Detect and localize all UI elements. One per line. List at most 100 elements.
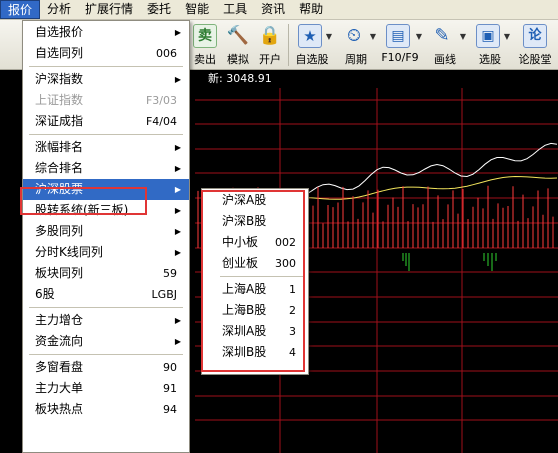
- star-icon: ★: [298, 24, 322, 48]
- menu-item-label: 板块热点: [35, 402, 84, 416]
- menu-item-label: 自选同列: [35, 46, 84, 60]
- menu-item[interactable]: 自选报价 ▶: [23, 22, 189, 43]
- app-window: 新: 3048.91 卖 卖出 🔨 模拟 🔒 开户 ★ ▼ 自选股 ⏲ ▼ 周期…: [0, 0, 558, 453]
- forum-button[interactable]: 论 论股堂: [514, 22, 556, 68]
- menu-separator: [29, 354, 183, 355]
- draw-line-label: 画线: [434, 53, 456, 66]
- screen-icon: ▣: [476, 24, 500, 48]
- sell-icon: 卖: [193, 24, 217, 48]
- menu-item-shortcut: 91: [163, 382, 177, 395]
- menu-item[interactable]: 多股同列 ▶: [23, 221, 189, 242]
- menu-help[interactable]: 帮助: [292, 0, 330, 19]
- menu-extended-market[interactable]: 扩展行情: [78, 0, 140, 19]
- submenu-arrow-icon: ▶: [174, 143, 181, 152]
- submenu-arrow-icon: ▶: [174, 164, 181, 173]
- menu-item-label: 涨幅排名: [35, 140, 84, 154]
- menu-bar: 报价 分析 扩展行情 委托 智能 工具 资讯 帮助: [0, 0, 558, 20]
- period-button[interactable]: ⏲ ▼ 周期: [336, 22, 376, 68]
- menu-item-label: 6股: [35, 287, 55, 301]
- submenu-arrow-icon: ▶: [174, 75, 181, 84]
- menu-item[interactable]: 深证成指 F4/04: [23, 111, 189, 132]
- forum-label: 论股堂: [518, 53, 552, 66]
- menu-item[interactable]: 资金流向 ▶: [23, 331, 189, 352]
- sell-label: 卖出: [194, 53, 216, 66]
- menu-item[interactable]: 分时K线同列 ▶: [23, 242, 189, 263]
- open-account-button[interactable]: 🔒 开户: [255, 22, 285, 68]
- period-label: 周期: [345, 53, 367, 66]
- menu-item-shortcut: 59: [163, 267, 177, 280]
- menu-item[interactable]: 自选同列 006: [23, 43, 189, 64]
- menu-trade[interactable]: 委托: [140, 0, 178, 19]
- stock-screener-label: 选股: [479, 53, 501, 66]
- chevron-down-icon[interactable]: ▼: [326, 32, 332, 41]
- menu-item-label: 资金流向: [35, 334, 84, 348]
- watchlist-label: 自选股: [295, 53, 329, 66]
- menu-item[interactable]: 沪深指数 ▶: [23, 69, 189, 90]
- submenu-arrow-icon: ▶: [174, 28, 181, 37]
- stock-screener-button[interactable]: ▣ ▼ 选股: [470, 22, 510, 68]
- menu-item-label: 分时K线同列: [35, 245, 103, 259]
- menu-separator: [29, 307, 183, 308]
- annotation-box: [20, 187, 147, 215]
- menu-separator: [29, 134, 183, 135]
- latest-price-text: 新: 3048.91: [208, 72, 272, 85]
- open-account-label: 开户: [259, 53, 281, 66]
- menu-item-label: 自选报价: [35, 25, 84, 39]
- menu-item[interactable]: 板块同列 59: [23, 263, 189, 284]
- menu-item-label: 板块同列: [35, 266, 84, 280]
- menu-tools[interactable]: 工具: [216, 0, 254, 19]
- quote-dropdown-menu: 自选报价 ▶ 自选同列 006 沪深指数 ▶ 上证指数 F3/03 深证成指 F4/04 涨幅排名 ▶…: [22, 20, 190, 453]
- menu-item-label: 主力大单: [35, 381, 84, 395]
- menu-item[interactable]: 综合排名 ▶: [23, 158, 189, 179]
- draw-line-button[interactable]: ✎ ▼ 画线: [424, 22, 466, 68]
- menu-item-shortcut: F3/03: [145, 94, 177, 107]
- menu-item-label: 多窗看盘: [35, 360, 84, 374]
- submenu-arrow-icon: ▶: [174, 337, 181, 346]
- menu-item-shortcut: LGBJ: [151, 288, 177, 301]
- menu-quote[interactable]: 报价: [0, 0, 41, 19]
- menu-item[interactable]: 主力大单 91: [23, 378, 189, 399]
- submenu-arrow-icon: ▶: [174, 316, 181, 325]
- menu-item-shortcut: 90: [163, 361, 177, 374]
- chevron-down-icon[interactable]: ▼: [370, 32, 376, 41]
- submenu-arrow-icon: ▶: [174, 206, 181, 215]
- chevron-down-icon[interactable]: ▼: [460, 32, 466, 41]
- menu-item-label: 深证成指: [35, 114, 84, 128]
- chevron-down-icon[interactable]: ▼: [504, 32, 510, 41]
- menu-item[interactable]: 6股 LGBJ: [23, 284, 189, 305]
- menu-item-shortcut: F4/04: [145, 115, 177, 128]
- menu-item[interactable]: 多窗看盘 90: [23, 357, 189, 378]
- menu-item[interactable]: 主力增仓 ▶: [23, 310, 189, 331]
- hammer-icon: 🔨: [226, 25, 250, 46]
- annotation-box: [201, 190, 305, 372]
- simulate-label: 模拟: [227, 53, 249, 66]
- menu-item[interactable]: 上证指数 F3/03: [23, 90, 189, 111]
- menu-item[interactable]: 板块热点 94: [23, 399, 189, 420]
- forum-icon: 论: [523, 24, 547, 48]
- menu-item-shortcut: 006: [156, 47, 177, 60]
- lock-icon: 🔒: [258, 25, 282, 46]
- menu-item-label: 多股同列: [35, 224, 84, 238]
- menu-item-label: 主力增仓: [35, 313, 84, 327]
- clock-icon: ⏲: [346, 25, 362, 46]
- watchlist-button[interactable]: ★ ▼ 自选股: [292, 22, 332, 68]
- submenu-arrow-icon: ▶: [174, 248, 181, 257]
- document-icon: ▤: [386, 24, 410, 48]
- menu-item-label: 沪深指数: [35, 72, 84, 86]
- submenu-arrow-icon: ▶: [174, 185, 181, 194]
- chevron-down-icon[interactable]: ▼: [416, 32, 422, 41]
- menu-item-label: 综合排名: [35, 161, 84, 175]
- menu-smart[interactable]: 智能: [178, 0, 216, 19]
- simulate-button[interactable]: 🔨 模拟: [223, 22, 253, 68]
- sell-button[interactable]: 卖 卖出: [190, 22, 220, 68]
- f10-label: F10/F9: [381, 51, 419, 64]
- menu-news[interactable]: 资讯: [254, 0, 292, 19]
- submenu-arrow-icon: ▶: [174, 227, 181, 236]
- menu-item[interactable]: 涨幅排名 ▶: [23, 137, 189, 158]
- menu-analysis[interactable]: 分析: [40, 0, 78, 19]
- menu-item-label: 上证指数: [35, 93, 84, 107]
- menu-separator: [29, 66, 183, 67]
- pencil-icon: ✎: [434, 25, 450, 46]
- toolbar-separator: [288, 24, 289, 66]
- f10-button[interactable]: ▤ ▼ F10/F9: [378, 22, 422, 68]
